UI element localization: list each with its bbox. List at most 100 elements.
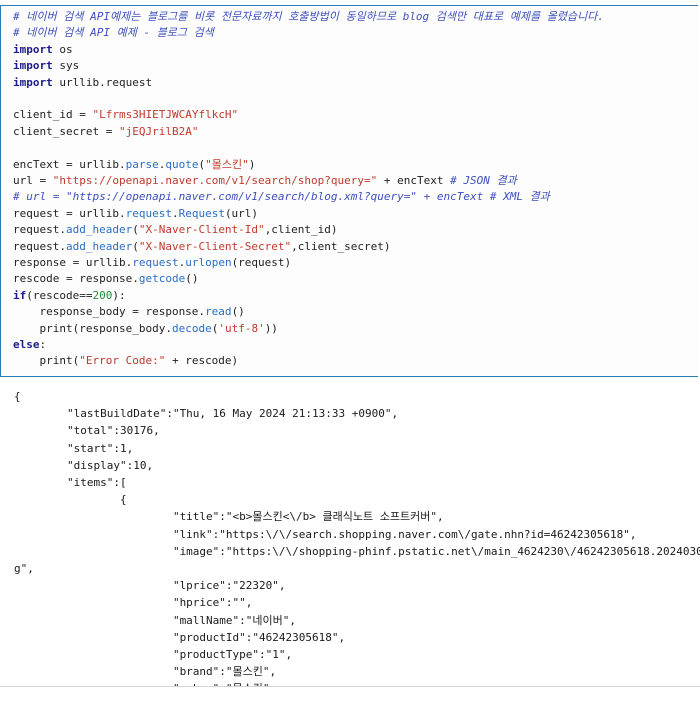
code-token: rescode = response. — [13, 272, 139, 286]
code-line: else: — [13, 337, 46, 353]
code-token: () — [185, 272, 199, 286]
code-token: import — [13, 75, 53, 89]
code-line: import sys — [13, 58, 79, 74]
code-line: rescode = response.getcode() — [13, 271, 198, 287]
code-editor-panel[interactable]: # 네이버 검색 API예제는 블로그를 비롯 전문자료까지 호출방법이 동일하… — [0, 5, 698, 377]
code-token: . — [171, 206, 179, 220]
code-token: sys — [52, 59, 80, 73]
code-token: client_id = — [13, 108, 93, 122]
code-line: response_body = response.read() — [13, 304, 245, 320]
code-line: import os — [13, 42, 73, 58]
code-token: import — [13, 59, 53, 73]
code-line: response = urllib.request.urlopen(reques… — [13, 255, 291, 271]
code-line: import urllib.request — [13, 75, 152, 91]
output-line: "total":30176, — [14, 424, 160, 438]
code-line: print(response_body.decode('utf-8')) — [13, 321, 278, 337]
code-token: urllib.request — [52, 75, 153, 89]
output-line: "productType":"1", — [14, 648, 293, 661]
code-line: request = urllib.request.Request(url) — [13, 206, 258, 222]
code-token: Request — [178, 206, 225, 220]
code-token: "X-Naver-Client-Id" — [138, 223, 265, 237]
code-token: print(response_body. — [13, 321, 172, 335]
output-line: "brand":"몰스킨", — [14, 665, 277, 679]
code-token: request — [125, 206, 172, 220]
code-token: "jEQJrilB2A" — [118, 124, 199, 138]
code-token: request = urllib. — [13, 206, 126, 220]
code-token: (url) — [224, 206, 259, 220]
code-token: ,client_id) — [264, 223, 338, 237]
code-token: client_secret = — [13, 124, 119, 138]
code-line: client_secret = "jEQJrilB2A" — [13, 124, 198, 140]
code-token: () — [231, 305, 245, 319]
code-token: ) — [248, 157, 256, 171]
code-token: import — [13, 42, 53, 56]
code-token: decode — [171, 321, 212, 335]
code-line: print("Error Code:" + rescode) — [13, 353, 238, 369]
code-token: add_header — [65, 223, 133, 237]
code-line: encText = urllib.parse.quote("몰스킨") — [13, 157, 255, 173]
code-token: + encText — [377, 174, 451, 187]
code-token: (request) — [231, 256, 292, 269]
code-token: # 네이버 검색 API 예제 - 블로그 검색 — [13, 26, 214, 40]
code-token: quote — [165, 157, 199, 171]
output-line: "start":1, — [14, 441, 134, 455]
code-token: + rescode) — [165, 354, 239, 368]
code-token: )) — [264, 321, 278, 335]
code-token: "Lfrms3HIETJWCAYflkcH" — [92, 108, 239, 122]
code-token: "X-Naver-Client-Secret" — [138, 239, 292, 253]
output-line: "lastBuildDate":"Thu, 16 May 2024 21:13:… — [14, 407, 399, 421]
code-token: else — [13, 338, 40, 351]
output-panel: { "lastBuildDate":"Thu, 16 May 2024 21:1… — [0, 384, 700, 686]
output-line: "link":"https:\/\/search.shopping.naver.… — [14, 527, 637, 541]
code-token: read — [205, 305, 232, 319]
code-token: ): — [112, 288, 126, 302]
code-token: (rescode== — [26, 288, 93, 302]
code-line: # 네이버 검색 API 예제 - 블로그 검색 — [13, 25, 214, 41]
output-line: "display":10, — [14, 458, 154, 472]
code-token: # JSON 결과 — [450, 174, 517, 187]
output-line: "image":"https:\/\/shopping-phinf.pstati… — [14, 544, 700, 558]
output-line: g", — [14, 562, 34, 575]
code-line: url = "https://openapi.naver.com/v1/sear… — [13, 173, 517, 189]
code-token: ( — [132, 239, 139, 253]
code-token: add_header — [65, 239, 133, 253]
output-line: { — [14, 390, 21, 403]
code-token: 'utf-8' — [218, 321, 265, 335]
code-token: : — [39, 338, 47, 351]
code-token: getcode — [138, 272, 186, 286]
output-line: "mallName":"네이버", — [14, 613, 297, 627]
code-token: "Error Code:" — [79, 354, 166, 368]
output-line: "title":"<b>몰스킨<\/b> 클래식노트 소프트커버", — [14, 510, 444, 524]
code-line: client_id = "Lfrms3HIETJWCAYflkcH" — [13, 107, 238, 123]
code-line: if(rescode==200): — [13, 288, 126, 304]
code-token: "https://openapi.naver.com/v1/search/sho… — [52, 174, 378, 187]
code-line: # url = "https://openapi.naver.com/v1/se… — [13, 189, 550, 205]
code-token: parse — [125, 157, 159, 171]
code-token: request. — [13, 239, 66, 253]
output-line: { — [14, 493, 127, 507]
code-line: # 네이버 검색 API예제는 블로그를 비롯 전문자료까지 호출방법이 동일하… — [13, 9, 604, 25]
code-token: response_body = response. — [13, 305, 206, 319]
code-token: urlopen — [185, 256, 232, 269]
code-token: # 네이버 검색 API예제는 블로그를 비롯 전문자료까지 호출방법이 동일하… — [13, 10, 604, 23]
code-token: url = — [13, 174, 53, 187]
code-token: print( — [13, 354, 80, 368]
output-line: "productId":"46242305618", — [14, 630, 346, 644]
code-token: "몰스킨" — [205, 157, 249, 171]
code-token: ( — [132, 223, 139, 237]
code-token: response = urllib. — [13, 256, 133, 269]
output-line: "hprice":"", — [14, 596, 253, 610]
code-token: # url = "https://openapi.naver.com/v1/se… — [13, 190, 550, 204]
bottom-divider — [0, 686, 700, 687]
code-token: ,client_secret) — [291, 239, 391, 253]
output-line: "lprice":"22320", — [14, 579, 286, 593]
code-token: if — [13, 288, 27, 302]
code-token: request. — [13, 223, 66, 237]
code-line: request.add_header("X-Naver-Client-Id",c… — [13, 222, 338, 238]
code-token: 200 — [92, 288, 113, 302]
code-token: request — [132, 256, 179, 269]
code-token: encText = urllib. — [13, 157, 126, 171]
code-line: request.add_header("X-Naver-Client-Secre… — [13, 239, 391, 255]
code-token: os — [52, 42, 73, 56]
output-line: "items":[ — [14, 476, 127, 489]
